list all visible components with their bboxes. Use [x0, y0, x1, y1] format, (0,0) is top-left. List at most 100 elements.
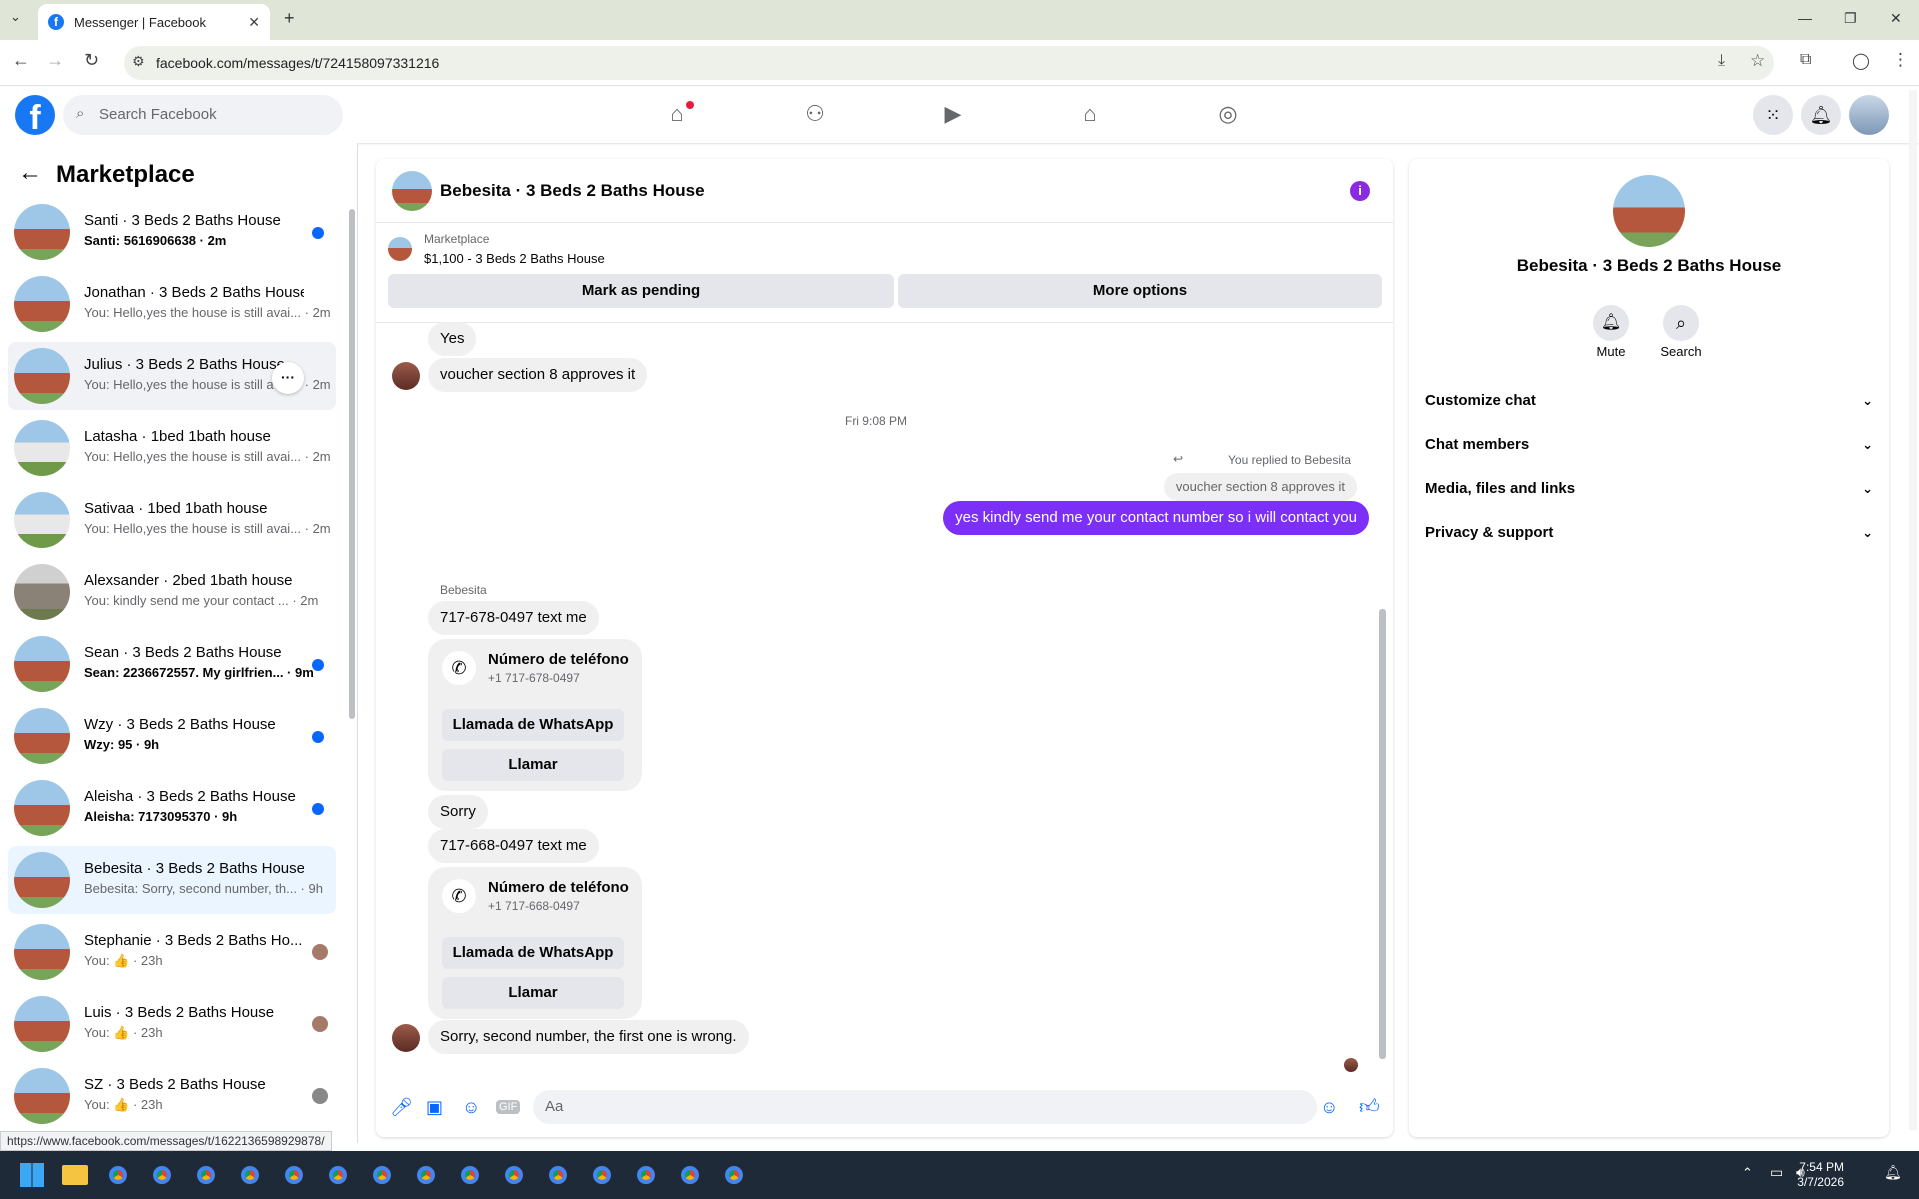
seen-avatar [312, 1016, 328, 1032]
reload-icon[interactable]: ↻ [84, 50, 99, 71]
back-icon[interactable]: ← [12, 50, 30, 71]
chrome-icon[interactable] [632, 1161, 660, 1189]
video-icon[interactable]: ▶ [939, 101, 967, 129]
message-bubble[interactable]: Yes [428, 322, 477, 356]
conversation-more-button[interactable]: ··· [272, 362, 304, 394]
mute-button[interactable]: 🔔︎ [1593, 305, 1629, 341]
chrome-icon[interactable] [148, 1161, 176, 1189]
close-tab-icon[interactable]: ✕ [248, 14, 260, 31]
info-icon[interactable]: i [1350, 181, 1370, 201]
new-tab-icon[interactable]: + [284, 8, 295, 29]
chrome-icon[interactable] [676, 1161, 704, 1189]
message-bubble[interactable]: voucher section 8 approves it [428, 358, 648, 392]
chrome-icon[interactable] [588, 1161, 616, 1189]
search-in-chat-button[interactable]: ⌕ [1663, 305, 1699, 341]
url-field[interactable]: facebook.com/messages/t/724158097331216 [124, 46, 1774, 80]
chat-title[interactable]: Bebesita · 3 Beds 2 Baths House [440, 181, 705, 201]
file-explorer-icon[interactable] [62, 1165, 88, 1185]
chat-scrollbar[interactable] [1379, 609, 1386, 1059]
media-files-links-row[interactable]: Media, files and links ⌄ [1425, 469, 1873, 509]
call-button[interactable]: Llamar [442, 977, 624, 1009]
windows-start-icon[interactable] [20, 1163, 44, 1187]
more-options-button[interactable]: More options [898, 274, 1382, 308]
back-arrow-icon[interactable]: ← [18, 159, 42, 187]
message-bubble[interactable]: Sorry [428, 795, 488, 829]
marketplace-icon[interactable]: ⌂ [1076, 101, 1104, 129]
photo-icon[interactable]: ▣ [426, 1097, 443, 1118]
chrome-icon-active[interactable] [720, 1161, 748, 1189]
chrome-icon[interactable] [500, 1161, 528, 1189]
message-input[interactable]: Aa [533, 1090, 1317, 1124]
bookmark-star-icon[interactable]: ☆ [1750, 51, 1765, 71]
extensions-icon[interactable]: ⧉ [1800, 51, 1811, 69]
minimize-icon[interactable]: — [1798, 10, 1812, 26]
install-app-icon[interactable]: ⤓ [1718, 52, 1725, 70]
like-thumb-icon[interactable]: 👍︎ [1359, 1095, 1380, 1119]
listing-avatar [14, 420, 70, 476]
conversation-item[interactable]: Aleisha · 3 Beds 2 Baths House Aleisha: 7… [8, 774, 336, 842]
profile-icon[interactable]: ◯ [1852, 51, 1870, 71]
conversation-item[interactable]: Wzy · 3 Beds 2 Baths House Wzy: 95 · 9h [8, 702, 336, 770]
whatsapp-call-button[interactable]: Llamada de WhatsApp [442, 709, 624, 741]
customize-chat-row[interactable]: Customize chat ⌄ [1425, 381, 1873, 421]
conversation-item[interactable]: Latasha · 1bed 1bath house You: Hello,yes… [8, 414, 336, 482]
gif-icon[interactable]: GIF [496, 1100, 521, 1114]
conversation-item-selected[interactable]: Bebesita · 3 Beds 2 Baths House Bebesita:… [8, 846, 336, 914]
conversation-item[interactable]: Santi · 3 Beds 2 Baths House Santi: 56169… [8, 198, 336, 266]
my-message-bubble[interactable]: yes kindly send me your contact number s… [943, 501, 1369, 535]
tray-chevron-icon[interactable]: ⌃ [1742, 1165, 1753, 1181]
chat-members-row[interactable]: Chat members ⌄ [1425, 425, 1873, 465]
network-icon[interactable]: ▭ [1770, 1164, 1783, 1181]
conversation-item[interactable]: Sativaa · 1bed 1bath house You: Hello,yes… [8, 486, 336, 554]
facebook-logo-icon[interactable]: f [15, 95, 55, 137]
quoted-message[interactable]: voucher section 8 approves it [1163, 473, 1357, 501]
friends-icon[interactable]: ⚇ [801, 101, 829, 129]
search-facebook-input[interactable]: Search Facebook [63, 95, 343, 135]
browser-tab[interactable]: f Messenger | Facebook ✕ [38, 4, 270, 40]
conversation-item[interactable]: Julius · 3 Beds 2 Baths House You: Hello,… [8, 342, 336, 410]
chrome-icon[interactable] [104, 1161, 132, 1189]
browser-menu-icon[interactable]: ⋮ [1892, 50, 1909, 70]
chrome-icon[interactable] [412, 1161, 440, 1189]
listing-title[interactable]: $1,100 - 3 Beds 2 Baths House [424, 251, 605, 266]
chrome-icon[interactable] [192, 1161, 220, 1189]
chrome-icon[interactable] [368, 1161, 396, 1189]
notification-bell-icon[interactable]: 🔔︎ [1884, 1164, 1902, 1181]
conversation-item[interactable]: Alexsander · 2bed 1bath house You: kindly… [8, 558, 336, 626]
restore-icon[interactable]: ❐ [1844, 10, 1857, 27]
conversation-item[interactable]: Luis · 3 Beds 2 Baths House You: 👍 · 23h [8, 990, 336, 1058]
close-window-icon[interactable]: ✕ [1890, 10, 1902, 27]
chrome-icon[interactable] [280, 1161, 308, 1189]
message-bubble[interactable]: Sorry, second number, the first one is w… [428, 1020, 749, 1054]
menu-grid-icon[interactable]: ⁙ [1753, 95, 1793, 135]
sidebar-scrollbar[interactable] [349, 209, 355, 719]
emoji-icon[interactable]: ☺ [1320, 1097, 1338, 1118]
conversation-item[interactable]: Stephanie · 3 Beds 2 Baths Ho... You: 👍 ·… [8, 918, 336, 986]
account-avatar[interactable] [1849, 95, 1889, 135]
conversation-item[interactable]: SZ · 3 Beds 2 Baths House You: 👍 · 23h [8, 1062, 336, 1130]
privacy-support-row[interactable]: Privacy & support ⌄ [1425, 513, 1873, 553]
groups-icon[interactable]: ◎ [1214, 101, 1242, 129]
conversation-item[interactable]: Sean · 3 Beds 2 Baths House Sean: 2236672… [8, 630, 336, 698]
chrome-icon[interactable] [544, 1161, 572, 1189]
system-clock[interactable]: 7:54 PM 3/7/2026 [1797, 1160, 1844, 1190]
site-info-icon[interactable]: ⚙ [132, 53, 145, 70]
sticker-icon[interactable]: ☺ [462, 1097, 480, 1118]
chat-avatar[interactable] [392, 171, 432, 211]
call-button[interactable]: Llamar [442, 749, 624, 781]
forward-icon[interactable]: → [46, 50, 64, 71]
marketplace-label: Marketplace [424, 232, 490, 246]
panel-avatar[interactable] [1613, 175, 1685, 247]
chrome-icon[interactable] [236, 1161, 264, 1189]
whatsapp-call-button[interactable]: Llamada de WhatsApp [442, 937, 624, 969]
tab-list-dropdown-icon[interactable]: ⌄ [10, 9, 21, 25]
page-scrollbar[interactable] [1909, 90, 1917, 1130]
conversation-item[interactable]: Jonathan · 3 Beds 2 Baths House You: Hell… [8, 270, 336, 338]
microphone-icon[interactable]: 🎤︎ [390, 1097, 413, 1118]
chrome-icon[interactable] [456, 1161, 484, 1189]
message-bubble[interactable]: 717-668-0497 text me [428, 829, 599, 863]
message-bubble[interactable]: 717-678-0497 text me [428, 601, 599, 635]
notifications-icon[interactable]: 🔔︎ [1801, 95, 1841, 135]
chrome-icon[interactable] [324, 1161, 352, 1189]
mark-as-pending-button[interactable]: Mark as pending [388, 274, 894, 308]
